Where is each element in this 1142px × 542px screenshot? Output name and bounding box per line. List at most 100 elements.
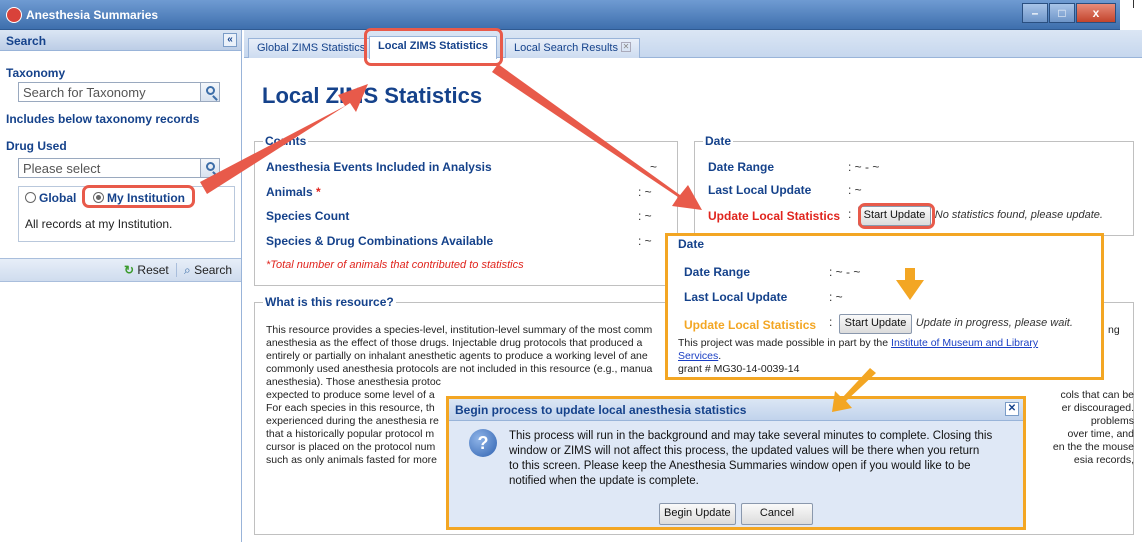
maximize-button[interactable]: □ <box>1049 3 1075 23</box>
taxonomy-search-input[interactable]: Search for Taxonomy <box>18 82 220 102</box>
dialog-message-line: window or ZIMS will not affect this proc… <box>509 445 980 457</box>
dialog-close-icon[interactable]: ✕ <box>1005 402 1019 416</box>
search-button[interactable]: ⌕ Search <box>184 263 232 278</box>
callout-last-update-value-text: ~ <box>835 290 843 304</box>
tab-local-search-results[interactable]: Local Search Results ✕ <box>505 38 640 58</box>
search-panel: Search « Taxonomy Search for Taxonomy In… <box>0 30 242 542</box>
animals-value: : ~ <box>638 185 652 199</box>
tab-local-search-results-label: Local Search Results <box>514 42 618 54</box>
resource-line: anesthesia as the effect of those drugs.… <box>266 337 643 349</box>
date-legend: Date <box>705 134 732 148</box>
animals-footnote: *Total number of animals that contribute… <box>266 259 524 271</box>
update-local-statistics-label: Update Local Statistics <box>708 209 841 223</box>
date-range-value: : ~ - ~ <box>848 160 880 174</box>
species-count-value-text: ~ <box>644 209 652 223</box>
reset-button[interactable]: ↻ Reset <box>124 263 169 277</box>
taxonomy-search-button[interactable] <box>200 82 220 102</box>
anesthesia-events-label: Anesthesia Events Included in Analysis <box>266 160 492 174</box>
resource-line: entirely or partially on inhalant anesth… <box>266 350 648 362</box>
species-drug-combinations-label: Species & Drug Combinations Available <box>266 234 494 248</box>
question-icon: ? <box>469 429 497 457</box>
drug-used-label: Drug Used <box>6 139 67 153</box>
dialog-message-line: to this screen. Please keep the Anesthes… <box>509 460 971 472</box>
resource-right-fragments: cols that can be er discouraged. problem… <box>1030 389 1134 467</box>
cancel-button[interactable]: Cancel <box>741 503 813 525</box>
search-panel-title: Search <box>6 34 47 48</box>
anesthesia-events-value: ~ <box>650 160 658 174</box>
resource-right-line: over time, and <box>1067 428 1134 440</box>
radio-global-circle[interactable] <box>25 192 36 203</box>
resource-right-line: er discouraged. <box>1061 402 1134 414</box>
last-local-update-value: : ~ <box>848 183 862 197</box>
resource-right-line: en the the mouse <box>1052 441 1134 453</box>
window-title: Anesthesia Summaries <box>26 8 159 22</box>
close-tab-icon[interactable]: ✕ <box>620 42 631 52</box>
callout-update-status: Update in progress, please wait. <box>915 317 1073 329</box>
species-count-label: Species Count <box>266 209 350 223</box>
credit-prefix: This project was made possible in part b… <box>678 337 889 349</box>
resource-right-line: problems <box>1090 415 1134 427</box>
taxonomy-label: Taxonomy <box>6 66 66 80</box>
resource-line: anesthesia). Those anesthesia protoc <box>266 376 441 388</box>
app-icon <box>6 7 22 23</box>
callout-update-label: Update Local Statistics <box>684 318 817 332</box>
drug-search-button[interactable] <box>200 158 220 178</box>
search-panel-header: Search « <box>0 30 241 51</box>
resource-right-line: esia records, <box>1073 454 1134 466</box>
close-button[interactable]: x <box>1076 3 1116 23</box>
taxonomy-search-placeholder: Search for Taxonomy <box>23 85 146 100</box>
includes-below-label[interactable]: Includes below taxonomy records <box>0 112 199 126</box>
refresh-icon: ↻ <box>124 263 135 277</box>
animals-label: Animals * <box>266 185 321 199</box>
grant-number: grant # MG30-14-0039-14 <box>678 363 800 375</box>
species-drug-combinations-value-text: ~ <box>644 234 652 248</box>
species-count-value: : ~ <box>638 209 652 223</box>
dialog-message-line: This process will run in the background … <box>509 430 993 442</box>
animals-value-text: ~ <box>644 185 652 199</box>
search-icon <box>206 86 215 95</box>
search-label: Search <box>194 263 233 277</box>
page-title: Local ZIMS Statistics <box>262 83 483 108</box>
species-drug-combinations-value: : ~ <box>638 234 652 248</box>
callout-start-update-button[interactable]: Start Update <box>838 314 913 334</box>
drug-select[interactable]: Please select <box>18 158 220 178</box>
radio-global-label: Global <box>39 191 77 205</box>
callout-date-range-label: Date Range <box>684 265 751 279</box>
counts-legend: Counts <box>265 134 307 148</box>
resource-line: This resource provides a species-level, … <box>266 324 653 336</box>
highlight-my-institution <box>82 185 195 208</box>
toolbar-divider <box>176 263 177 277</box>
highlight-start-update <box>858 203 935 229</box>
cursor-mark <box>1133 0 1134 8</box>
animals-label-text: Animals <box>266 185 313 199</box>
funding-credit: This project was made possible in part b… <box>678 337 1078 376</box>
app-window: Anesthesia Summaries – □ x Search « Taxo… <box>0 0 1142 542</box>
resource-right-fragment: ng <box>1108 324 1120 336</box>
minimize-button[interactable]: – <box>1022 3 1048 23</box>
last-local-update-label: Last Local Update <box>708 183 812 197</box>
callout-date-range-value-text: ~ - ~ <box>835 265 861 279</box>
date-range-value-text: ~ - ~ <box>854 160 880 174</box>
dialog-header: Begin process to update local anesthesia… <box>449 399 1023 421</box>
callout-update-row: : Start Update Update in progress, pleas… <box>829 314 1073 334</box>
update-in-progress-callout: Date Date Range : ~ - ~ Last Local Updat… <box>665 233 1104 380</box>
resource-right-line: cols that can be <box>1060 389 1134 401</box>
begin-update-button[interactable]: Begin Update <box>659 503 736 525</box>
collapse-panel-button[interactable]: « <box>223 33 237 47</box>
tab-global-zims-statistics[interactable]: Global ZIMS Statistics <box>248 38 375 58</box>
begin-update-dialog: Begin process to update local anesthesia… <box>446 396 1026 530</box>
required-asterisk: * <box>316 185 321 199</box>
magnifier-icon: ⌕ <box>184 263 191 277</box>
search-icon <box>206 162 215 171</box>
radio-global[interactable]: Global <box>25 191 76 205</box>
callout-last-update-value: : ~ <box>829 290 843 304</box>
search-toolbar: ↻ Reset ⌕ Search <box>0 258 241 282</box>
dialog-title: Begin process to update local anesthesia… <box>455 403 747 417</box>
update-status: No statistics found, please update. <box>934 209 1103 221</box>
callout-date-range-value: : ~ - ~ <box>829 265 861 279</box>
scope-note: All records at my Institution. <box>25 217 173 231</box>
callout-date-legend: Date <box>678 237 705 251</box>
reset-label: Reset <box>137 263 169 277</box>
resource-legend: What is this resource? <box>265 295 394 309</box>
dialog-message-line: notified when the update is complete. <box>509 475 699 487</box>
